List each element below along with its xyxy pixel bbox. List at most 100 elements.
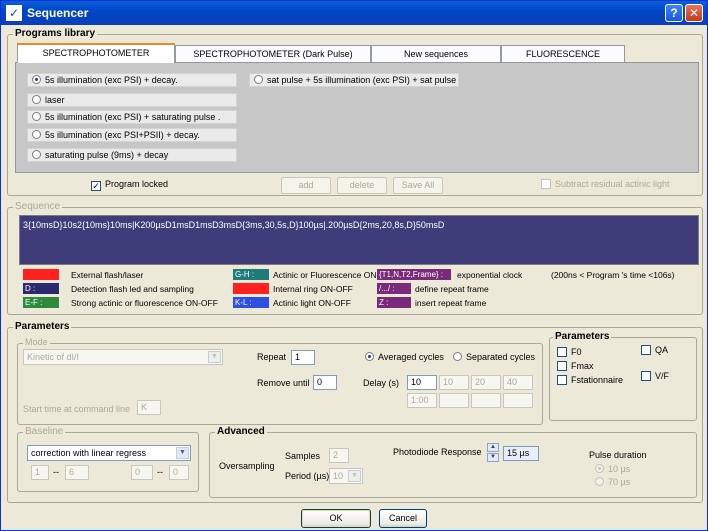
sequence-editor[interactable]: 3{10msD}10s2{10ms}10ms|K200µsD1msD1msD3m…: [19, 215, 699, 265]
tab-spectrophotometer-dark-pulse[interactable]: SPECTROPHOTOMETER (Dark Pulse): [175, 45, 371, 62]
delete-button[interactable]: delete: [337, 177, 387, 194]
help-button[interactable]: ?: [665, 4, 683, 22]
app-icon: ✓: [6, 5, 22, 21]
mode-select[interactable]: Kinetic of dI/I ▼: [23, 349, 223, 365]
samples-input[interactable]: 2: [329, 448, 349, 463]
start-time-input[interactable]: K: [137, 400, 161, 415]
photodiode-label: Photodiode Response: [393, 447, 482, 457]
radio-icon: [32, 95, 41, 104]
oversampling-label: Oversampling: [219, 461, 275, 471]
mode-legend: Mode: [23, 337, 50, 347]
program-option-label: 5s illumination (exc PSI) + saturating p…: [45, 112, 221, 122]
program-locked-checkbox[interactable]: ✓ Program locked: [91, 179, 168, 191]
remove-until-input[interactable]: 0: [313, 375, 337, 390]
legend-desc-EF: Strong actinic or fluorescence ON-OFF: [71, 298, 218, 308]
baseline-value: correction with linear regress: [31, 448, 147, 458]
checkbox-icon: [641, 345, 651, 355]
delay-input-5[interactable]: 1:00: [407, 393, 437, 408]
vf-label: V/F: [655, 371, 670, 381]
add-button[interactable]: add: [281, 177, 331, 194]
tab-spectrophotometer[interactable]: SPECTROPHOTOMETER: [17, 43, 175, 63]
period-value: 10: [333, 471, 344, 481]
legend-code-D: D :: [23, 283, 59, 294]
delay-input-8[interactable]: [503, 393, 533, 408]
baseline-range2-from[interactable]: 0: [131, 465, 153, 480]
start-time-label: Start time at command line: [23, 404, 131, 414]
legend-desc-repeat-frame: define repeat frame: [415, 284, 489, 294]
advanced-legend: Advanced: [215, 426, 267, 437]
averaged-cycles-radio[interactable]: Averaged cycles: [365, 352, 444, 362]
delay-label: Delay (s): [363, 378, 400, 388]
program-option-6[interactable]: sat pulse + 5s illumination (exc PSI) + …: [249, 73, 459, 87]
legend-code-repeat-frame: /.../ :: [377, 283, 411, 294]
sequence-legend: Sequence: [13, 201, 63, 212]
repeat-input[interactable]: 1: [291, 350, 315, 365]
photodiode-value[interactable]: 15 µs: [503, 446, 539, 461]
pulse-10us-radio[interactable]: 10 µs: [595, 464, 630, 474]
repeat-label: Repeat: [257, 352, 287, 362]
fmax-checkbox[interactable]: Fmax: [557, 361, 594, 371]
program-option-3[interactable]: 5s illumination (exc PSI) + saturating p…: [27, 110, 237, 124]
ok-button[interactable]: OK: [301, 509, 371, 528]
legend-code-EF: E-F :: [23, 297, 59, 308]
delay-input-2[interactable]: 10: [439, 375, 469, 390]
window-title: Sequencer: [27, 6, 89, 20]
fstationnaire-label: Fstationnaire: [571, 375, 624, 385]
samples-label: Samples: [285, 451, 321, 461]
fmax-label: Fmax: [571, 361, 594, 371]
f0-checkbox[interactable]: F0: [557, 347, 582, 357]
qa-checkbox[interactable]: QA: [641, 345, 668, 355]
pulse-70us-radio[interactable]: 70 µs: [595, 477, 630, 487]
subtract-residual-checkbox[interactable]: Subtract residual actinic light: [541, 179, 670, 189]
radio-icon: [32, 130, 41, 139]
radio-icon: [595, 464, 604, 473]
delay-input-4[interactable]: 40: [503, 375, 533, 390]
legend-code-IJ: I-J :: [233, 283, 269, 294]
remove-until-label: Remove until: [257, 378, 310, 388]
delay-input-7[interactable]: [471, 393, 501, 408]
legend-desc-clock: exponential clock: [457, 270, 523, 280]
separated-cycles-label: Separated cycles: [466, 352, 536, 362]
program-option-label: laser: [45, 95, 65, 105]
program-option-label: 5s illumination (exc PSI) + decay.: [45, 75, 178, 85]
baseline-range1-to[interactable]: 6: [65, 465, 89, 480]
radio-icon: [32, 75, 41, 84]
pulse-70us-label: 70 µs: [608, 477, 631, 487]
program-option-1[interactable]: 5s illumination (exc PSI) + decay.: [27, 73, 237, 87]
baseline-range1-from[interactable]: 1: [31, 465, 49, 480]
legend-desc-L: External flash/laser: [71, 270, 144, 280]
delay-input-1[interactable]: 10: [407, 375, 437, 390]
sequencer-window: ✓ Sequencer ? ✕ Programs library SPECTRO…: [0, 0, 708, 531]
fstationnaire-checkbox[interactable]: Fstationnaire: [557, 375, 623, 385]
baseline-select[interactable]: correction with linear regress ▼: [27, 445, 191, 461]
vf-checkbox[interactable]: V/F: [641, 371, 669, 381]
pulse-duration-label: Pulse duration: [589, 450, 647, 460]
legend-code-KL: K-L :: [233, 297, 269, 308]
chevron-down-icon: ▼: [208, 351, 221, 363]
cancel-button[interactable]: Cancel: [379, 509, 427, 528]
timing-note: (200ns < Program 's time <106s): [551, 270, 675, 280]
title-bar[interactable]: ✓ Sequencer ? ✕: [1, 1, 707, 25]
delay-input-3[interactable]: 20: [471, 375, 501, 390]
period-select[interactable]: 10 ▼: [329, 468, 363, 484]
photodiode-down-button[interactable]: ▼: [487, 453, 499, 462]
separated-cycles-radio[interactable]: Separated cycles: [453, 352, 535, 362]
checkbox-icon: [557, 361, 567, 371]
close-button[interactable]: ✕: [685, 4, 703, 22]
photodiode-up-button[interactable]: ▲: [487, 443, 499, 452]
program-option-label: saturating pulse (9ms) + decay: [45, 150, 169, 160]
checkbox-icon: [541, 179, 551, 189]
delay-input-6[interactable]: [439, 393, 469, 408]
program-option-2[interactable]: laser: [27, 93, 237, 107]
program-locked-label: Program locked: [105, 179, 169, 189]
tab-new-sequences[interactable]: New sequences: [371, 45, 501, 62]
baseline-range2-to[interactable]: 0: [169, 465, 189, 480]
tab-fluorescence[interactable]: FLUORESCENCE: [501, 45, 625, 62]
radio-icon: [254, 75, 263, 84]
checkbox-icon: [557, 347, 567, 357]
program-option-label: 5s illumination (exc PSI+PSII) + decay.: [45, 130, 200, 140]
radio-icon: [595, 477, 604, 486]
program-option-4[interactable]: 5s illumination (exc PSI+PSII) + decay.: [27, 128, 237, 142]
program-option-5[interactable]: saturating pulse (9ms) + decay: [27, 148, 237, 162]
save-all-button[interactable]: Save All: [393, 177, 443, 194]
